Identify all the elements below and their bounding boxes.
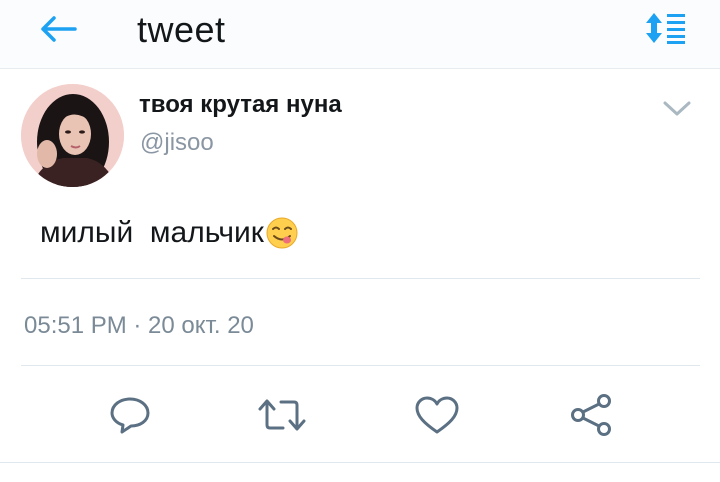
avatar[interactable] bbox=[21, 84, 124, 187]
face-savoring-food-emoji bbox=[266, 217, 298, 249]
sort-button[interactable] bbox=[642, 10, 692, 46]
tweet-timestamp: 05:51 PM · 20 окт. 20 bbox=[24, 312, 254, 339]
divider bbox=[21, 365, 700, 366]
page-title: tweet bbox=[137, 9, 226, 50]
retweet-icon bbox=[258, 399, 306, 431]
arrow-left-icon bbox=[41, 16, 77, 42]
share-button[interactable] bbox=[566, 392, 616, 438]
retweet-button[interactable] bbox=[257, 392, 307, 438]
user-handle[interactable]: @jisoo bbox=[140, 129, 214, 157]
app-header: tweet bbox=[0, 0, 720, 69]
share-icon bbox=[571, 394, 611, 436]
display-name[interactable]: твоя крутая нуна bbox=[139, 91, 342, 119]
tweet-menu-button[interactable] bbox=[658, 95, 696, 123]
tweet-text: милый мальчик bbox=[40, 216, 299, 250]
reply-icon bbox=[110, 397, 150, 434]
back-button[interactable] bbox=[36, 10, 80, 48]
divider bbox=[0, 462, 720, 463]
divider bbox=[21, 278, 700, 279]
tweet-text-content: милый мальчик bbox=[40, 216, 264, 249]
reply-button[interactable] bbox=[105, 392, 155, 438]
like-button[interactable] bbox=[412, 392, 462, 438]
chevron-down-icon bbox=[663, 101, 691, 116]
heart-icon bbox=[415, 396, 459, 434]
avatar-photo bbox=[21, 84, 124, 187]
sort-icon bbox=[646, 13, 685, 44]
